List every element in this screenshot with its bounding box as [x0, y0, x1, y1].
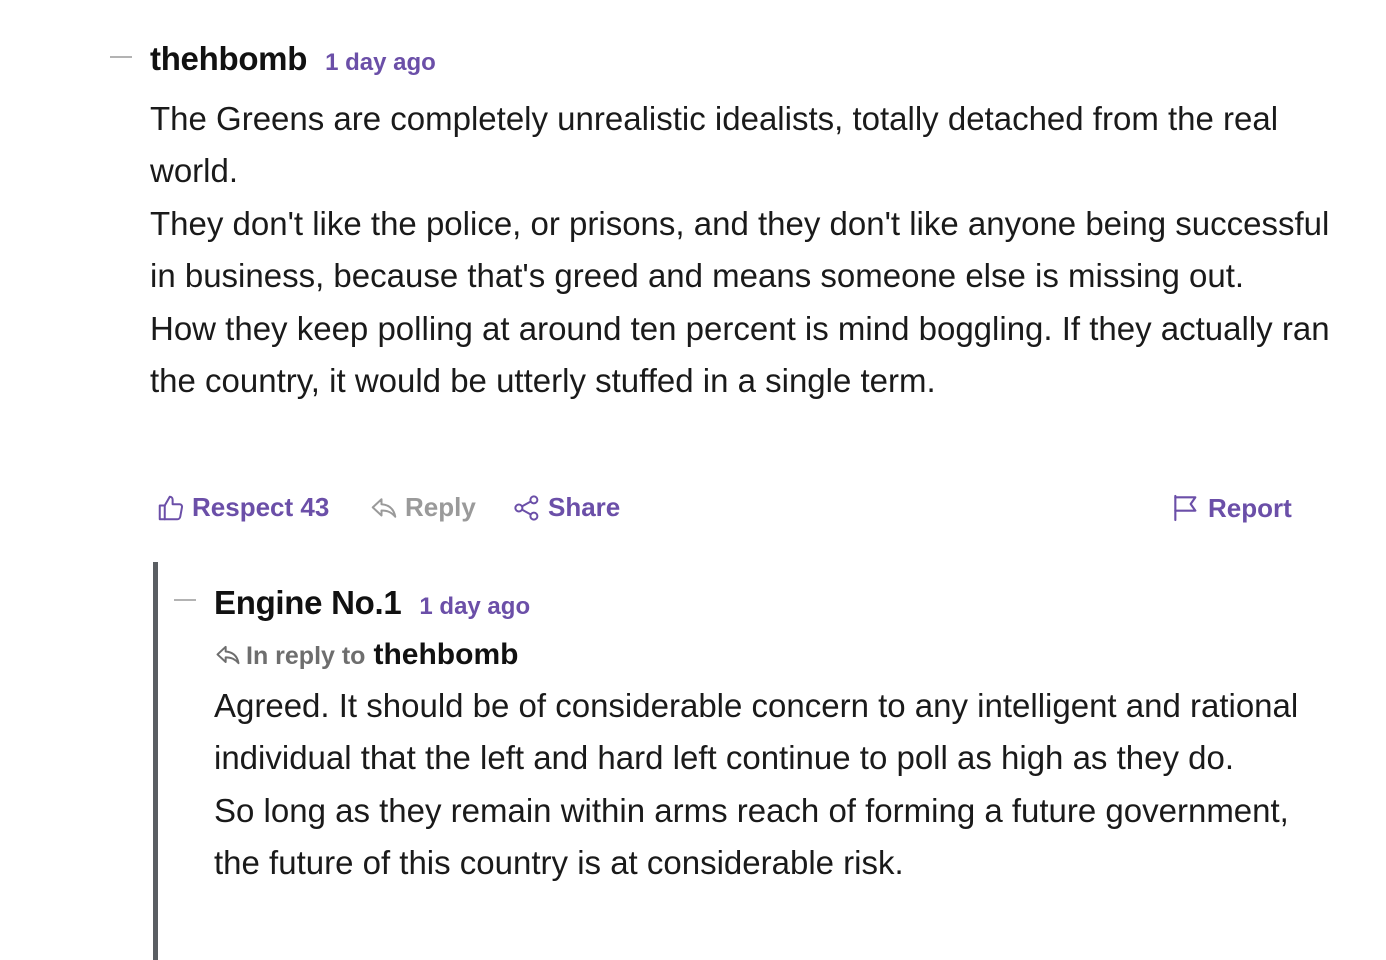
comment-paragraph: So long as they remain within arms reach… [214, 791, 1289, 882]
in-reply-to-label: In reply to [246, 642, 366, 670]
collapse-toggle[interactable] [110, 56, 132, 58]
share-button[interactable]: Share [512, 492, 620, 523]
comment-paragraph: Agreed. It should be of considerable con… [214, 687, 1299, 777]
comment-actions: Respect 43 Reply Share Report [0, 488, 1386, 528]
reply-label: Reply [405, 492, 476, 522]
comment-paragraph: The Greens are completely unrealistic id… [150, 100, 1279, 190]
report-button[interactable]: Report [1170, 492, 1292, 524]
reply-thread-line [153, 562, 158, 960]
in-reply-to: In reply to thehbomb [214, 636, 518, 672]
reply-arrow-icon [216, 645, 240, 665]
author-name[interactable]: thehbomb [150, 40, 307, 78]
timestamp: 1 day ago [419, 593, 531, 620]
comment-paragraph: How they keep polling at around ten perc… [150, 309, 1330, 400]
share-label: Share [548, 492, 621, 522]
comment-body: Agreed. It should be of considerable con… [214, 680, 1324, 890]
share-nodes-icon [514, 494, 539, 521]
author-name[interactable]: Engine No.1 [214, 584, 402, 622]
timestamp: 1 day ago [325, 49, 436, 76]
flag-icon [1174, 494, 1197, 522]
in-reply-to-author[interactable]: thehbomb [373, 638, 518, 672]
reply-button[interactable]: Reply [369, 492, 476, 523]
thumbs-up-icon [158, 495, 184, 520]
respect-button[interactable]: Respect 43 [156, 492, 329, 523]
comment-header: thehbomb 1 day ago [150, 40, 436, 78]
reply-arrow-icon [371, 497, 397, 518]
comment-body: The Greens are completely unrealistic id… [150, 93, 1330, 407]
comment-header: Engine No.1 1 day ago [214, 584, 530, 622]
report-label: Report [1208, 492, 1292, 523]
respect-label: Respect 43 [192, 492, 330, 522]
collapse-toggle[interactable] [174, 599, 196, 601]
comment-paragraph: They don't like the police, or prisons, … [150, 204, 1330, 295]
